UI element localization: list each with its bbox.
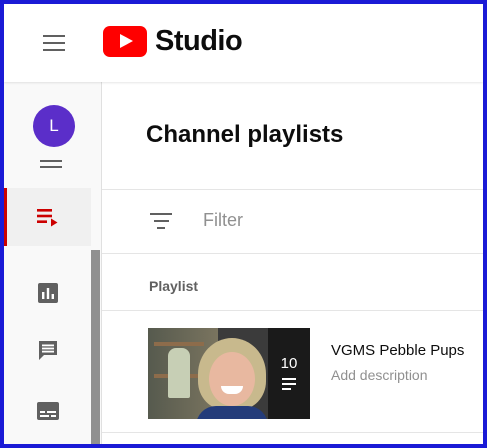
video-count-overlay: 10 — [268, 328, 310, 419]
youtube-logo-icon — [103, 25, 147, 57]
studio-logo[interactable]: Studio — [103, 24, 243, 58]
playlist-thumbnail[interactable]: 10 — [148, 328, 310, 419]
playlists-icon — [36, 209, 57, 227]
divider — [102, 253, 483, 254]
column-header-playlist[interactable]: Playlist — [149, 278, 198, 294]
top-bar: Studio — [4, 4, 483, 82]
video-count: 10 — [280, 354, 298, 372]
playlist-icon — [282, 377, 296, 393]
sidebar: L — [4, 82, 102, 444]
filter-input[interactable]: Filter — [203, 210, 243, 231]
studio-wordmark: Studio — [155, 24, 243, 57]
page-title: Channel playlists — [146, 121, 344, 148]
avatar[interactable]: L — [33, 105, 75, 147]
content-list-icon[interactable] — [40, 160, 62, 170]
sidebar-item-subtitles[interactable] — [4, 382, 91, 440]
table-row[interactable]: 10 VGMS Pebble Pups Add description — [102, 322, 483, 430]
app-window: Studio L Channel playlists Filter Playli… — [0, 0, 487, 448]
sidebar-scrollbar[interactable] — [91, 250, 100, 444]
sidebar-item-analytics[interactable] — [4, 264, 91, 322]
playlist-description[interactable]: Add description — [331, 367, 428, 383]
hamburger-menu-icon[interactable] — [40, 29, 68, 57]
filter-icon[interactable] — [150, 213, 172, 229]
analytics-icon — [37, 283, 58, 303]
subtitles-icon — [36, 402, 59, 420]
main-content: Channel playlists Filter Playlist 10 VGM… — [102, 82, 483, 444]
filter-bar[interactable]: Filter — [102, 189, 483, 253]
divider — [102, 310, 483, 311]
sidebar-item-comments[interactable] — [4, 322, 91, 380]
sidebar-item-playlists[interactable] — [4, 188, 91, 246]
divider — [102, 432, 483, 433]
playlist-title[interactable]: VGMS Pebble Pups — [331, 342, 464, 359]
comments-icon — [38, 341, 57, 360]
